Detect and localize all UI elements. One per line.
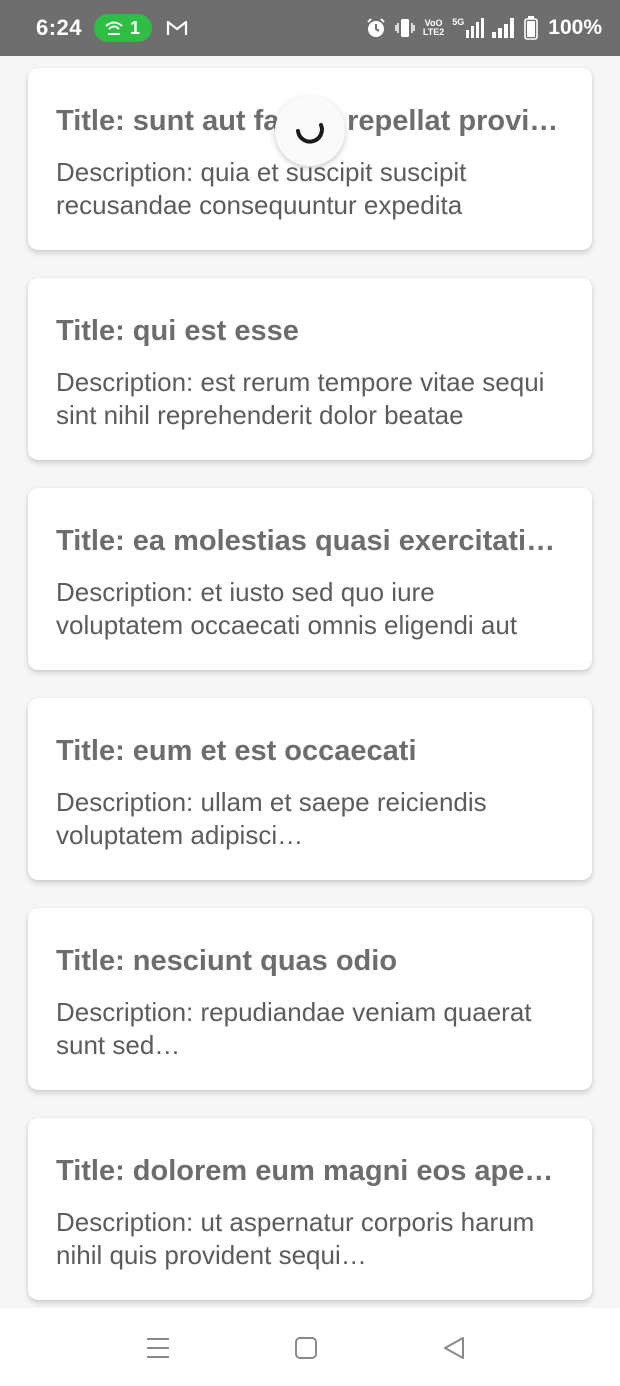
alarm-icon	[367, 18, 385, 37]
hotspot-icon	[105, 21, 123, 35]
post-description: Description: repudiandae veniam quaerat …	[56, 997, 532, 1060]
post-title: Title: nesciunt quas odio	[56, 945, 398, 977]
post-card[interactable]: Title: dolorem eum magni eos aperiam Des…	[28, 1118, 592, 1300]
post-card[interactable]: Title: ea molestias quasi exercitationem…	[28, 488, 592, 670]
post-card[interactable]: Title: nesciunt quas odio Description: r…	[28, 908, 592, 1090]
battery-percent: 100%	[548, 16, 602, 39]
post-description: Description: ullam et saepe reiciendis v…	[56, 787, 487, 850]
post-title: Title: dolorem eum magni eos aperiam	[56, 1155, 564, 1187]
post-card[interactable]: Title: qui est esse Description: est rer…	[28, 278, 592, 460]
back-icon	[444, 1337, 464, 1359]
post-title: Title: eum et est occaecati	[56, 735, 417, 767]
home-icon	[295, 1337, 317, 1359]
post-description: Description: ut aspernatur corporis haru…	[56, 1207, 535, 1270]
system-nav-bar	[0, 1308, 620, 1386]
status-icons: VoO LTE2 5G 100%	[365, 16, 602, 40]
post-list[interactable]: Title: sunt aut facere repellat providen…	[0, 56, 620, 1308]
post-description: Description: et iusto sed quo iure volup…	[56, 577, 518, 640]
hotspot-count: 1	[130, 17, 141, 38]
battery-icon	[524, 16, 539, 40]
post-description: Description: est rerum tempore vitae seq…	[56, 367, 545, 430]
hotspot-badge[interactable]: 1	[94, 14, 153, 42]
post-title: Title: qui est esse	[56, 315, 299, 347]
volte-icon: VoO LTE2	[422, 18, 445, 37]
signal-icon	[492, 18, 515, 38]
nav-home-button[interactable]	[292, 1334, 320, 1362]
status-time: 6:24	[36, 15, 83, 40]
post-title: Title: ea molestias quasi exercitationem	[56, 525, 564, 557]
loading-spinner-icon	[296, 123, 324, 144]
nav-back-button[interactable]	[440, 1334, 468, 1362]
5g-signal-icon: 5G	[452, 18, 485, 38]
gmail-icon	[166, 20, 188, 35]
status-bar: 6:24 1 VoO LTE2 5G 100%	[0, 0, 620, 56]
refresh-spinner	[275, 96, 345, 166]
menu-icon	[147, 1338, 169, 1358]
nav-menu-button[interactable]	[144, 1334, 172, 1362]
post-card[interactable]: Title: eum et est occaecati Description:…	[28, 698, 592, 880]
vibrate-icon	[395, 19, 415, 37]
